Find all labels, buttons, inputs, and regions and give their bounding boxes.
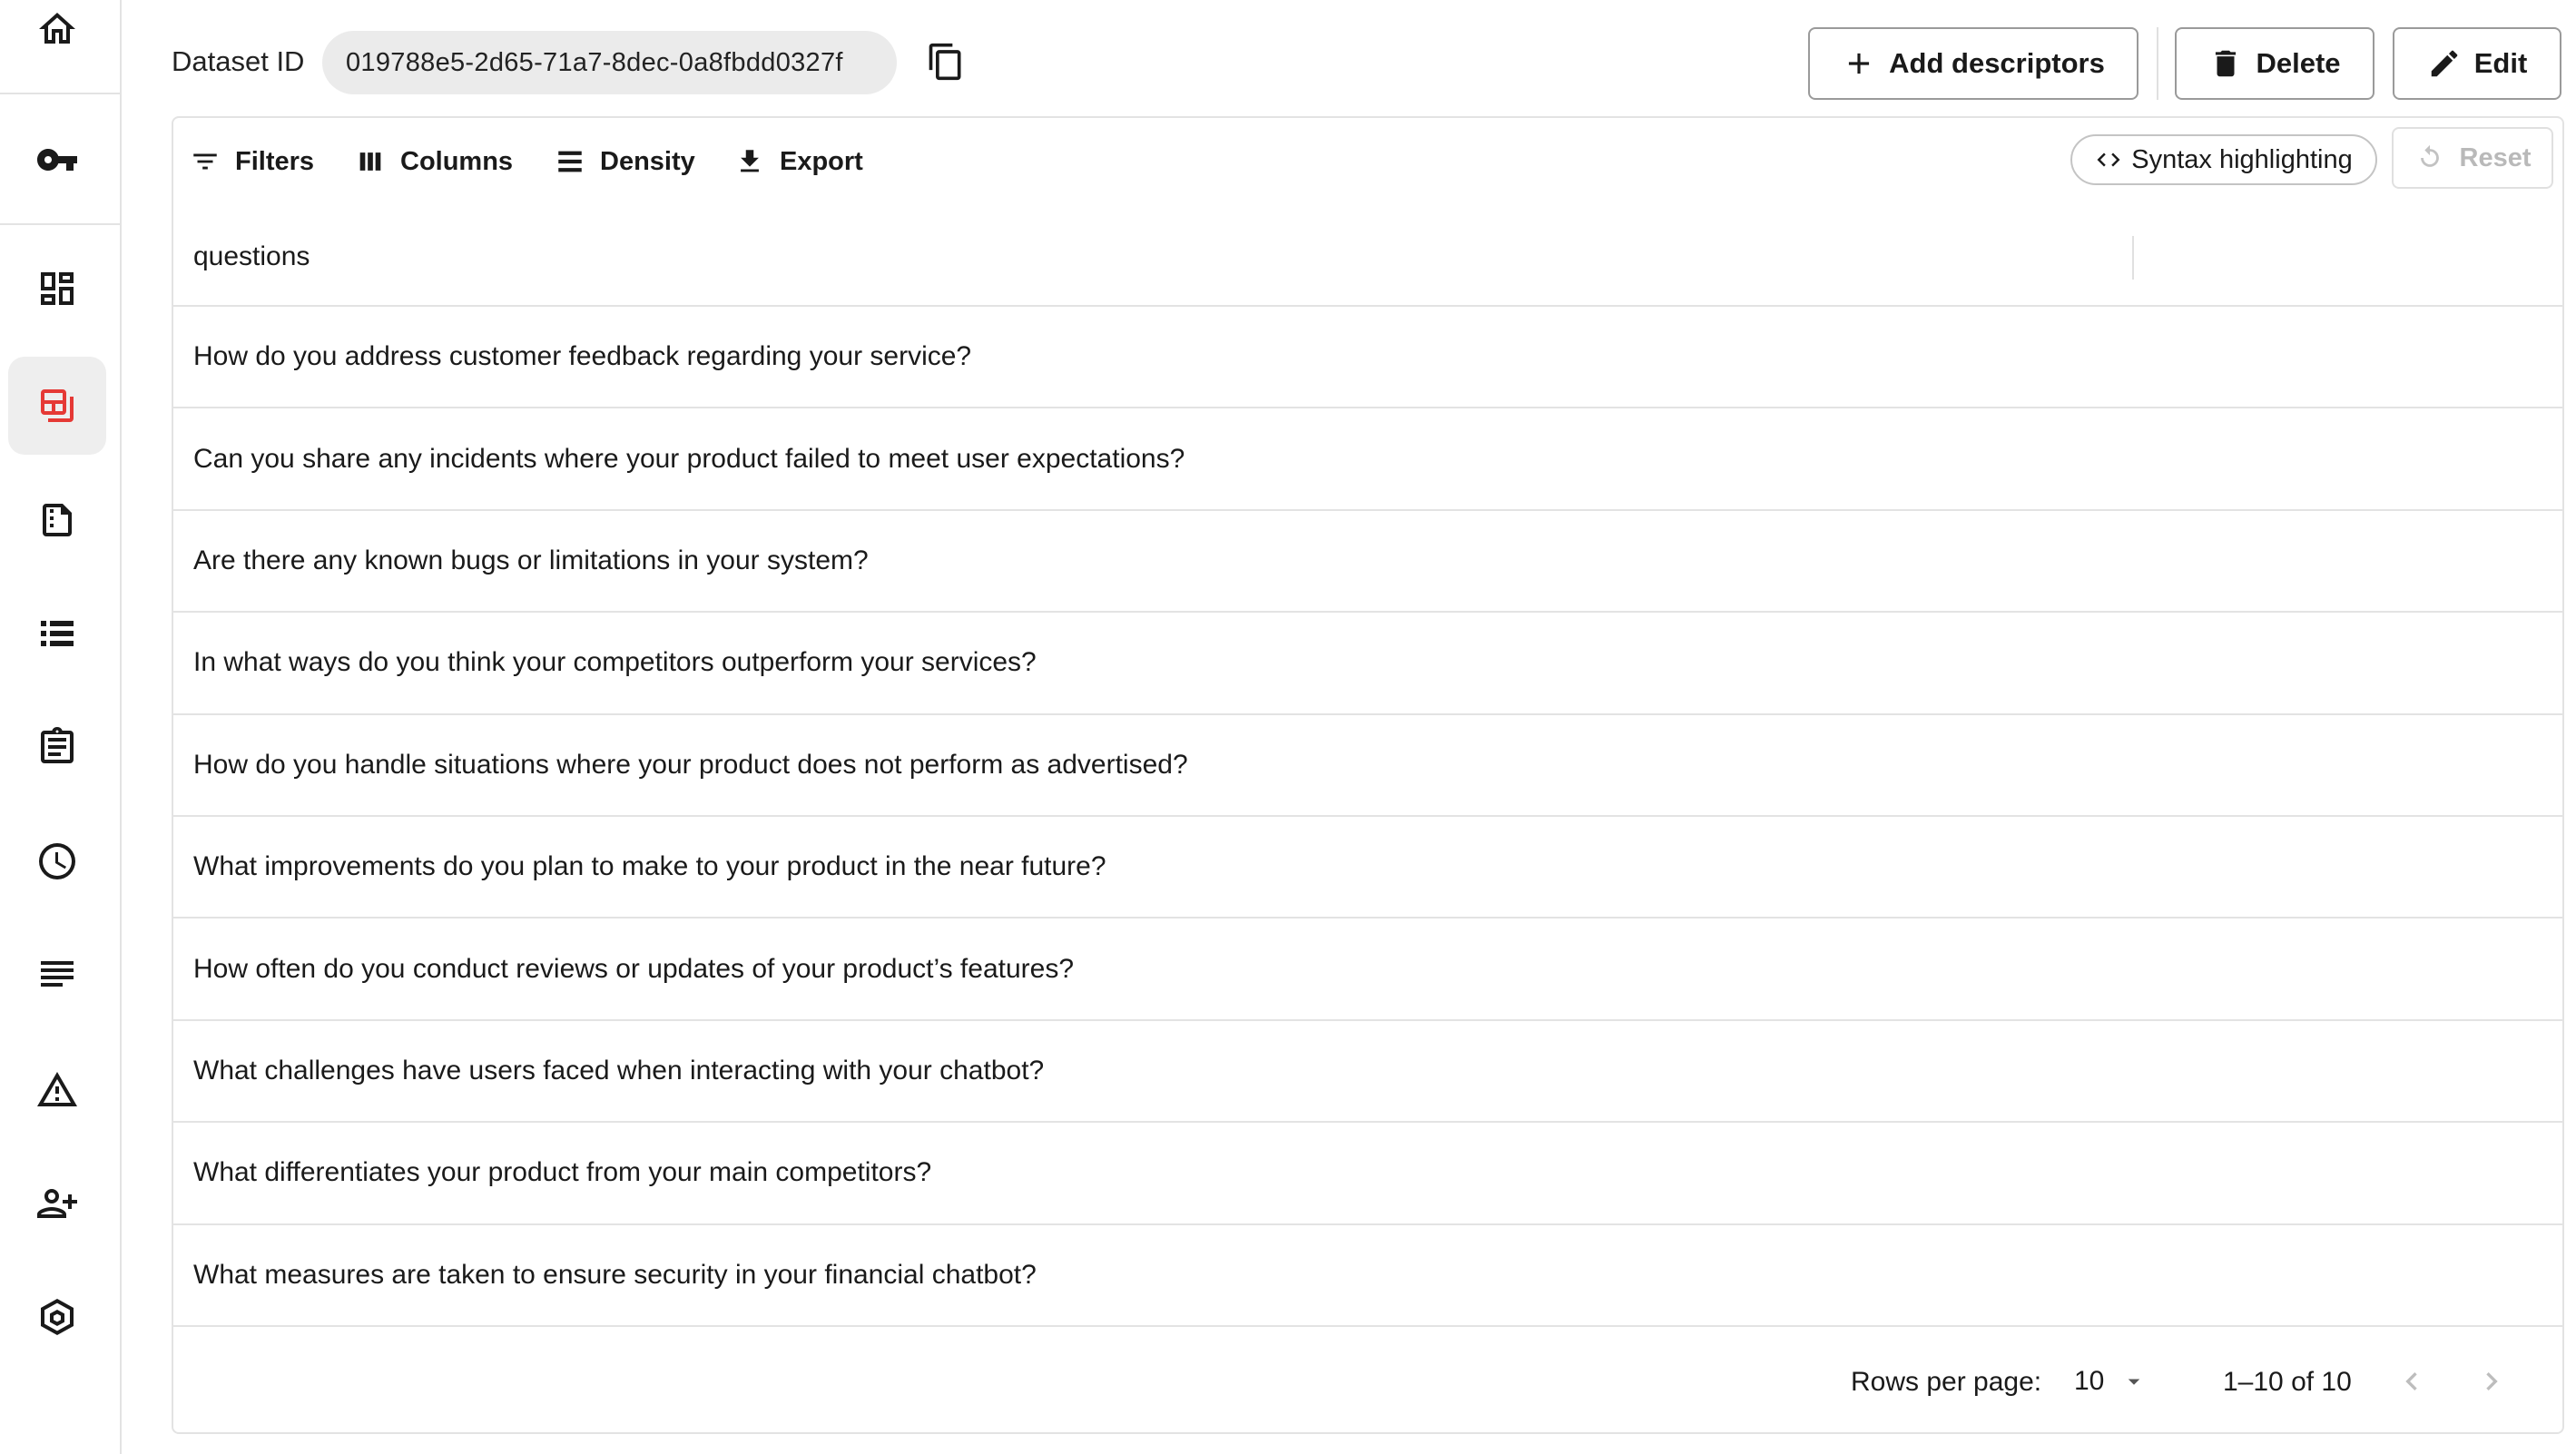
cell-question: What challenges have users faced when in… <box>193 1055 1045 1086</box>
rows-per-page-value: 10 <box>2074 1366 2105 1396</box>
previous-page-button[interactable] <box>2386 1356 2437 1407</box>
chevron-right-icon <box>2486 1372 2498 1390</box>
header-divider <box>2157 27 2158 100</box>
density-button[interactable]: Density <box>555 136 695 187</box>
dataset-id-chip: 019788e5-2d65-71a7-8dec-0a8fbdd0327f <box>322 31 897 94</box>
delete-button[interactable]: Delete <box>2175 27 2374 100</box>
export-button[interactable]: Export <box>734 136 863 187</box>
caret-down-icon <box>2129 1379 2140 1385</box>
chevron-left-icon <box>2405 1372 2417 1390</box>
sidebar-item-users[interactable] <box>8 1154 106 1253</box>
cell-question: What measures are taken to ensure securi… <box>193 1259 1037 1290</box>
sidebar-item-list[interactable] <box>8 585 106 683</box>
trash-icon <box>2216 50 2237 77</box>
table-row[interactable]: Can you share any incidents where your p… <box>173 408 2562 511</box>
copy-icon <box>929 43 961 81</box>
column-header-questions[interactable]: questions <box>193 241 310 272</box>
syntax-highlighting-label: Syntax highlighting <box>2131 144 2353 174</box>
table-row[interactable]: How do you address customer feedback reg… <box>173 307 2562 409</box>
app-root: Dataset ID 019788e5-2d65-71a7-8dec-0a8fb… <box>0 0 2576 1454</box>
sidebar-item-history[interactable] <box>8 812 106 910</box>
rows-per-page-label: Rows per page: <box>1851 1367 2042 1397</box>
download-icon <box>741 150 759 172</box>
warning-icon <box>37 1072 77 1106</box>
filters-label: Filters <box>235 146 315 176</box>
sidebar-item-datasets[interactable] <box>8 357 106 455</box>
sidebar-divider <box>0 223 122 225</box>
reset-label: Reset <box>2459 142 2532 172</box>
table-row[interactable]: What measures are taken to ensure securi… <box>173 1225 2562 1327</box>
dataset-id-label: Dataset ID <box>172 45 305 77</box>
key-icon <box>37 149 77 171</box>
clipboard-icon <box>41 727 74 763</box>
edit-label: Edit <box>2473 47 2528 79</box>
columns-button[interactable]: Columns <box>355 136 513 187</box>
columns-label: Columns <box>400 146 514 176</box>
cell-question: How do you handle situations where your … <box>193 749 1188 780</box>
sidebar-item-api-keys[interactable] <box>8 111 106 209</box>
sidebar-item-logs[interactable] <box>8 927 106 1025</box>
dataset-id-value: 019788e5-2d65-71a7-8dec-0a8fbdd0327f <box>346 47 843 77</box>
density-icon <box>558 151 582 172</box>
sidebar-divider <box>0 93 122 94</box>
table-row[interactable]: Are there any known bugs or limitations … <box>173 511 2562 614</box>
cell-question: Can you share any incidents where your p… <box>193 443 1185 474</box>
export-label: Export <box>780 146 863 176</box>
plus-icon <box>1849 53 1870 74</box>
cell-question: What differentiates your product from yo… <box>193 1157 932 1188</box>
add-descriptors-button[interactable]: Add descriptors <box>1808 27 2138 100</box>
refresh-icon <box>2420 144 2439 167</box>
sidebar <box>0 0 122 1454</box>
delete-label: Delete <box>2256 47 2341 79</box>
copy-id-button[interactable] <box>924 40 968 84</box>
next-page-button[interactable] <box>2466 1356 2517 1407</box>
cell-question: In what ways do you think your competito… <box>193 647 1037 678</box>
syntax-highlighting-button[interactable]: Syntax highlighting <box>2070 134 2377 185</box>
cell-question: How often do you conduct reviews or upda… <box>193 953 1075 984</box>
sidebar-item-tests[interactable] <box>8 698 106 796</box>
table-row[interactable]: In what ways do you think your competito… <box>173 613 2562 715</box>
sidebar-item-models[interactable] <box>8 1268 106 1366</box>
table-row[interactable]: What challenges have users faced when in… <box>173 1021 2562 1124</box>
home-icon <box>39 13 75 44</box>
code-icon <box>2097 152 2120 167</box>
notes-icon <box>41 961 74 987</box>
datasets-icon <box>41 389 74 422</box>
sidebar-item-reports[interactable] <box>8 471 106 569</box>
list-icon <box>41 621 74 646</box>
column-resize-handle[interactable] <box>2132 236 2134 280</box>
hexagon-icon <box>41 1299 74 1335</box>
filters-button[interactable]: Filters <box>190 136 314 187</box>
cell-question: How do you address customer feedback reg… <box>193 341 972 372</box>
table-row[interactable]: How often do you conduct reviews or upda… <box>173 919 2562 1021</box>
clock-icon <box>39 843 75 879</box>
add-descriptors-label: Add descriptors <box>1889 47 2105 79</box>
sidebar-item-dashboard[interactable] <box>8 240 106 338</box>
filter-icon <box>193 153 217 170</box>
pagination-footer: Rows per page: 10 1–10 of 10 <box>173 1327 2562 1432</box>
cell-question: Are there any known bugs or limitations … <box>193 545 869 575</box>
sidebar-item-home[interactable] <box>8 0 106 78</box>
density-label: Density <box>600 146 695 176</box>
columns-icon <box>359 152 381 171</box>
table-row[interactable]: What improvements do you plan to make to… <box>173 817 2562 919</box>
column-header-row: questions <box>173 205 2562 307</box>
rows-per-page-select[interactable]: 10 <box>2074 1361 2156 1401</box>
table-row[interactable]: What differentiates your product from yo… <box>173 1123 2562 1225</box>
table-row[interactable]: How do you handle situations where your … <box>173 715 2562 817</box>
edit-button[interactable]: Edit <box>2393 27 2561 100</box>
add-user-icon <box>37 1189 77 1218</box>
pencil-icon <box>2431 50 2457 77</box>
table-body: How do you address customer feedback reg… <box>173 307 2562 1327</box>
page-info: 1–10 of 10 <box>2223 1367 2352 1397</box>
document-icon <box>43 504 72 536</box>
dashboard-icon <box>41 272 74 305</box>
reset-button[interactable]: Reset <box>2392 127 2553 189</box>
cell-question: What improvements do you plan to make to… <box>193 851 1106 882</box>
data-grid: Filters Columns Density Export Syntax hi… <box>172 116 2564 1434</box>
sidebar-item-alerts[interactable] <box>8 1041 106 1139</box>
